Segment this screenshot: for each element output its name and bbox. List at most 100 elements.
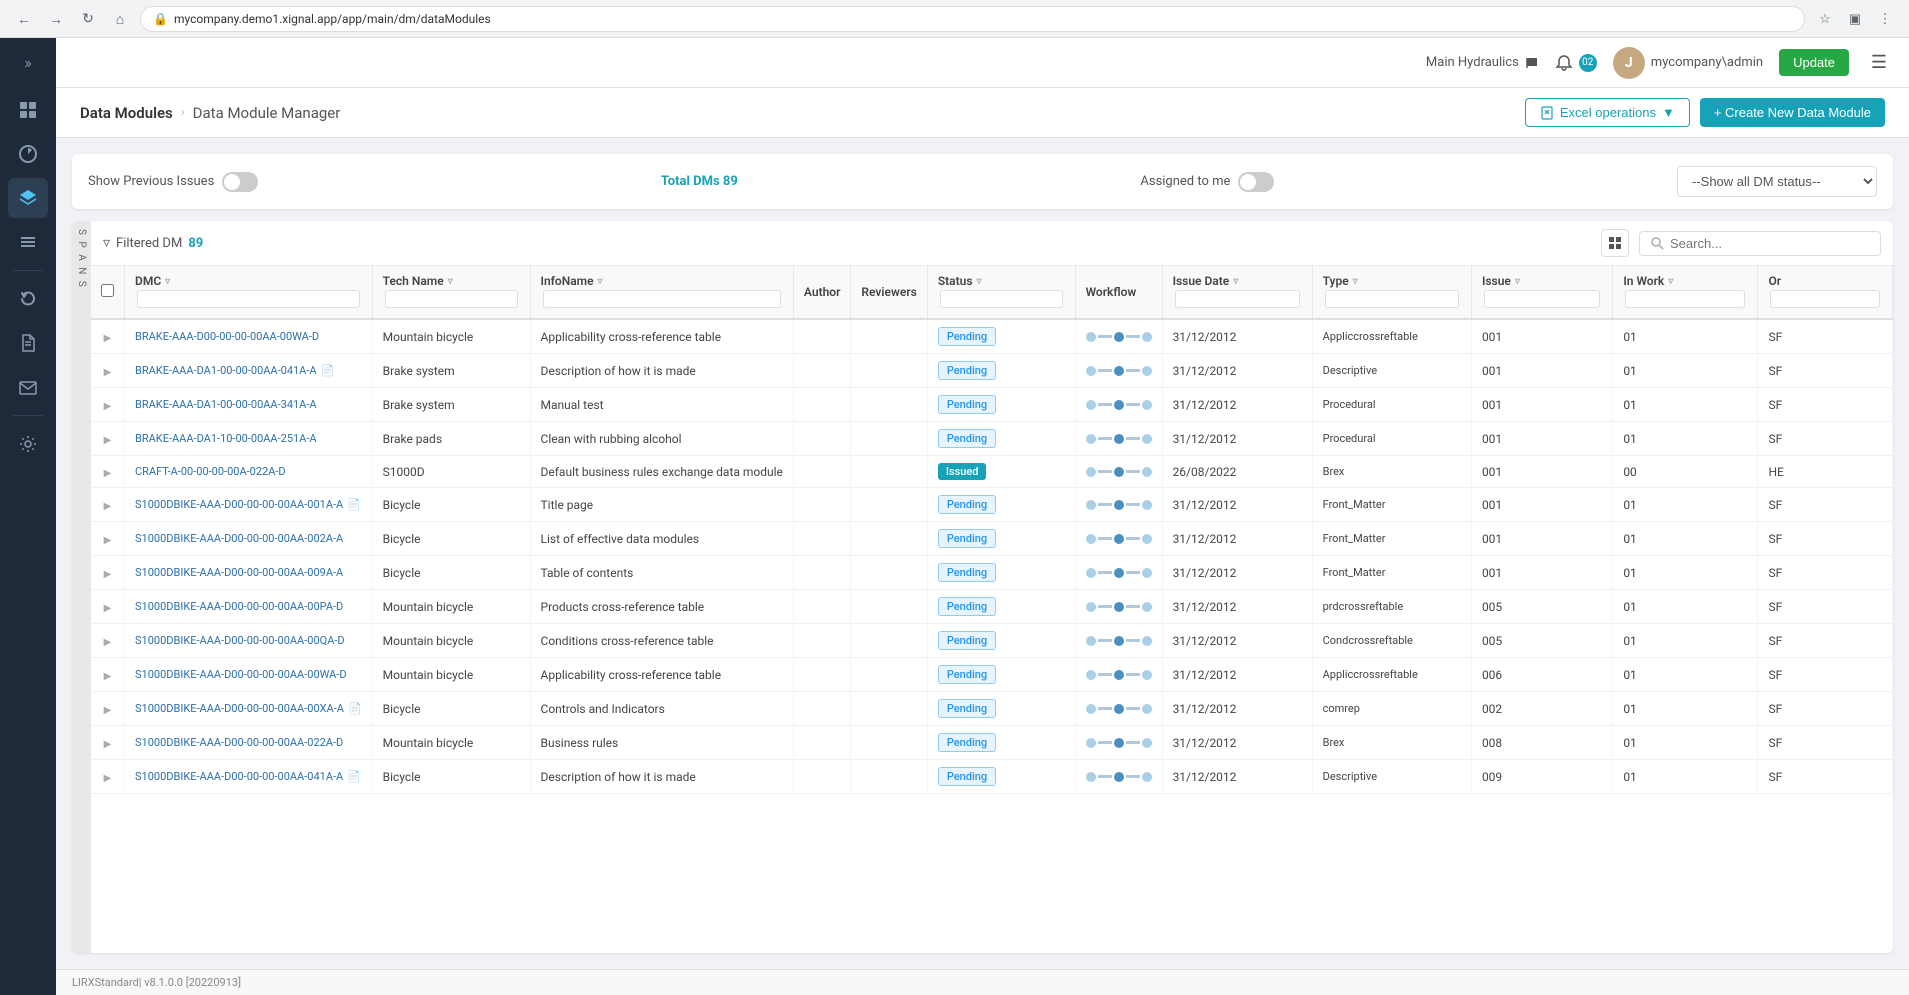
type-filter-input[interactable]	[1325, 290, 1459, 308]
row-expander[interactable]: ▶	[104, 773, 112, 784]
th-info-name[interactable]: InfoName ▿	[530, 266, 793, 319]
table-row[interactable]: ▶ S1000DBIKE-AAA-D00-00-00-00AA-00XA-A📄 …	[91, 692, 1893, 726]
row-expander[interactable]: ▶	[104, 401, 112, 412]
issue-filter-input[interactable]	[1484, 290, 1600, 308]
sidebar-item-mail[interactable]	[8, 367, 48, 407]
row-dmc[interactable]: S1000DBIKE-AAA-D00-00-00-00AA-002A-A	[125, 522, 373, 556]
row-expander[interactable]: ▶	[104, 671, 112, 682]
th-info-name-sort[interactable]: ▿	[598, 276, 603, 287]
row-dmc[interactable]: BRAKE-AAA-DA1-00-00-00AA-041A-A📄	[125, 354, 373, 388]
th-status-sort[interactable]: ▿	[977, 276, 982, 287]
address-bar[interactable]: 🔒 mycompany.demo1.xignal.app/app/main/dm…	[140, 6, 1805, 32]
sidebar-item-dashboard[interactable]	[8, 90, 48, 130]
sidebar-item-analytics[interactable]	[8, 134, 48, 174]
th-issue-sort[interactable]: ▿	[1515, 276, 1520, 287]
th-tech-name[interactable]: Tech Name ▿	[372, 266, 530, 319]
search-box[interactable]	[1639, 231, 1881, 256]
hamburger-menu[interactable]: ☰	[1865, 49, 1893, 77]
table-row[interactable]: ▶ S1000DBIKE-AAA-D00-00-00-00AA-001A-A📄 …	[91, 488, 1893, 522]
view-toggle-button[interactable]	[1601, 229, 1629, 257]
row-dmc[interactable]: S1000DBIKE-AAA-D00-00-00-00AA-00QA-D	[125, 624, 373, 658]
th-tech-name-sort[interactable]: ▿	[448, 276, 453, 287]
assigned-toggle[interactable]	[1238, 172, 1274, 192]
table-row[interactable]: ▶ S1000DBIKE-AAA-D00-00-00-00AA-009A-A B…	[91, 556, 1893, 590]
sidebar-item-settings[interactable]	[8, 424, 48, 464]
show-previous-toggle[interactable]	[222, 172, 258, 192]
dmc-filter-input[interactable]	[137, 290, 360, 308]
excel-operations-button[interactable]: Excel operations ▼	[1525, 98, 1690, 127]
row-expander[interactable]: ▶	[104, 739, 112, 750]
table-row[interactable]: ▶ CRAFT-A-00-00-00-00A-022A-D S1000D Def…	[91, 456, 1893, 488]
side-panel-tab[interactable]: S P A N S	[72, 221, 91, 953]
table-row[interactable]: ▶ S1000DBIKE-AAA-D00-00-00-00AA-022A-D M…	[91, 726, 1893, 760]
table-row[interactable]: ▶ BRAKE-AAA-DA1-00-00-00AA-341A-A Brake …	[91, 388, 1893, 422]
notification-area[interactable]: 02	[1555, 54, 1597, 72]
row-expander[interactable]: ▶	[104, 501, 112, 512]
row-expander[interactable]: ▶	[104, 535, 112, 546]
row-expander[interactable]: ▶	[104, 705, 112, 716]
tech-name-filter-input[interactable]	[385, 290, 518, 308]
sidebar-toggle[interactable]: »	[12, 46, 44, 78]
table-row[interactable]: ▶ S1000DBIKE-AAA-D00-00-00-00AA-00PA-D M…	[91, 590, 1893, 624]
table-row[interactable]: ▶ S1000DBIKE-AAA-D00-00-00-00AA-00QA-D M…	[91, 624, 1893, 658]
sidebar-item-document[interactable]	[8, 323, 48, 363]
in-work-filter-input[interactable]	[1625, 290, 1745, 308]
table-row[interactable]: ▶ S1000DBIKE-AAA-D00-00-00-00AA-002A-A B…	[91, 522, 1893, 556]
th-dmc[interactable]: DMC ▿	[125, 266, 373, 319]
row-expander[interactable]: ▶	[104, 603, 112, 614]
th-issue-date[interactable]: Issue Date ▿	[1162, 266, 1312, 319]
th-type-sort[interactable]: ▿	[1353, 276, 1358, 287]
row-dmc[interactable]: S1000DBIKE-AAA-D00-00-00-00AA-001A-A📄	[125, 488, 373, 522]
status-filter-input[interactable]	[940, 290, 1063, 308]
sidebar-item-list[interactable]	[8, 222, 48, 262]
user-info[interactable]: J mycompany\admin	[1613, 47, 1763, 79]
row-expander[interactable]: ▶	[104, 637, 112, 648]
row-expander[interactable]: ▶	[104, 569, 112, 580]
th-type[interactable]: Type ▿	[1312, 266, 1471, 319]
row-dmc[interactable]: BRAKE-AAA-D00-00-00-00AA-00WA-D	[125, 319, 373, 354]
row-dmc[interactable]: S1000DBIKE-AAA-D00-00-00-00AA-022A-D	[125, 726, 373, 760]
table-scroll[interactable]: DMC ▿	[91, 266, 1893, 953]
th-issue[interactable]: Issue ▿	[1471, 266, 1612, 319]
row-dmc[interactable]: S1000DBIKE-AAA-D00-00-00-00AA-00PA-D	[125, 590, 373, 624]
info-name-filter-input[interactable]	[543, 290, 781, 308]
row-dmc[interactable]: S1000DBIKE-AAA-D00-00-00-00AA-009A-A	[125, 556, 373, 590]
th-issue-date-sort[interactable]: ▿	[1233, 276, 1238, 287]
update-button[interactable]: Update	[1779, 49, 1849, 76]
row-expander[interactable]: ▶	[104, 333, 112, 344]
row-expander[interactable]: ▶	[104, 367, 112, 378]
table-row[interactable]: ▶ S1000DBIKE-AAA-D00-00-00-00AA-00WA-D M…	[91, 658, 1893, 692]
table-row[interactable]: ▶ S1000DBIKE-AAA-D00-00-00-00AA-041A-A📄 …	[91, 760, 1893, 794]
bookmark-icon[interactable]: ☆	[1813, 7, 1837, 31]
extension-icon[interactable]: ▣	[1843, 7, 1867, 31]
row-dmc[interactable]: S1000DBIKE-AAA-D00-00-00-00AA-00XA-A📄	[125, 692, 373, 726]
home-button[interactable]: ⌂	[108, 7, 132, 31]
row-dmc[interactable]: BRAKE-AAA-DA1-10-00-00AA-251A-A	[125, 422, 373, 456]
row-expander[interactable]: ▶	[104, 435, 112, 446]
sidebar-item-refresh[interactable]	[8, 279, 48, 319]
status-filter-dropdown[interactable]: --Show all DM status-- Pending Issued In…	[1677, 166, 1877, 197]
table-row[interactable]: ▶ BRAKE-AAA-DA1-00-00-00AA-041A-A📄 Brake…	[91, 354, 1893, 388]
select-all-checkbox[interactable]	[101, 284, 114, 297]
search-input[interactable]	[1670, 236, 1870, 251]
row-expander[interactable]: ▶	[104, 468, 112, 479]
menu-icon[interactable]: ⋮	[1873, 7, 1897, 31]
issue-date-filter-input[interactable]	[1175, 290, 1300, 308]
reload-button[interactable]: ↻	[76, 7, 100, 31]
row-dmc[interactable]: S1000DBIKE-AAA-D00-00-00-00AA-00WA-D	[125, 658, 373, 692]
back-button[interactable]: ←	[12, 7, 36, 31]
create-data-module-button[interactable]: + Create New Data Module	[1700, 98, 1885, 127]
sidebar-item-layers[interactable]	[8, 178, 48, 218]
content-area: Show Previous Issues Total DMs 89 Assign…	[56, 138, 1909, 969]
th-dmc-sort[interactable]: ▿	[165, 276, 170, 287]
th-status[interactable]: Status ▿	[927, 266, 1075, 319]
row-dmc[interactable]: BRAKE-AAA-DA1-00-00-00AA-341A-A	[125, 388, 373, 422]
table-row[interactable]: ▶ BRAKE-AAA-DA1-10-00-00AA-251A-A Brake …	[91, 422, 1893, 456]
table-row[interactable]: ▶ BRAKE-AAA-D00-00-00-00AA-00WA-D Mounta…	[91, 319, 1893, 354]
row-dmc[interactable]: CRAFT-A-00-00-00-00A-022A-D	[125, 456, 373, 488]
forward-button[interactable]: →	[44, 7, 68, 31]
th-in-work-sort[interactable]: ▿	[1668, 276, 1673, 287]
th-in-work[interactable]: In Work ▿	[1613, 266, 1758, 319]
row-dmc[interactable]: S1000DBIKE-AAA-D00-00-00-00AA-041A-A📄	[125, 760, 373, 794]
or-filter-input[interactable]	[1770, 290, 1880, 308]
